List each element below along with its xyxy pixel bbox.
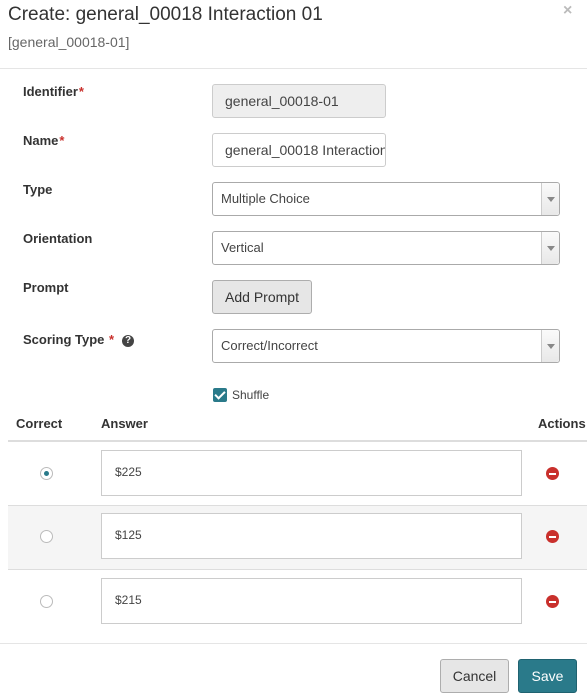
column-header-answer: Answer	[101, 416, 148, 431]
answer-input[interactable]: $125	[101, 513, 522, 559]
chevron-down-icon[interactable]	[541, 232, 559, 264]
type-select-value: Multiple Choice	[221, 191, 310, 206]
type-select[interactable]: Multiple Choice	[212, 182, 560, 216]
table-row: $215	[8, 570, 587, 634]
dialog-header: Create: general_00018 Interaction 01 [ge…	[0, 0, 587, 69]
answer-input[interactable]: $215	[101, 578, 522, 624]
name-input[interactable]: general_00018 Interaction 01	[212, 133, 386, 167]
correct-radio[interactable]	[40, 595, 53, 608]
column-header-correct: Correct	[16, 416, 63, 431]
shuffle-label: Shuffle	[232, 388, 270, 402]
identifier-label: Identifier*	[23, 84, 84, 99]
help-icon[interactable]: ?	[122, 335, 135, 347]
table-row: $225	[8, 442, 587, 506]
column-header-actions: Actions	[538, 416, 586, 431]
required-marker: *	[109, 332, 115, 347]
cancel-button[interactable]: Cancel	[440, 659, 509, 693]
table-row: $125	[8, 506, 587, 570]
chevron-down-icon[interactable]	[541, 330, 559, 362]
scoring-type-label: Scoring Type *?	[23, 332, 135, 347]
dialog-subtitle: [general_00018-01]	[8, 34, 130, 50]
correct-radio[interactable]	[40, 467, 53, 480]
orientation-select-value: Vertical	[221, 240, 264, 255]
name-label: Name*	[23, 133, 65, 148]
scoring-type-select[interactable]: Correct/Incorrect	[212, 329, 560, 363]
save-button[interactable]: Save	[518, 659, 577, 693]
orientation-label: Orientation	[23, 231, 93, 246]
add-prompt-button[interactable]: Add Prompt	[212, 280, 312, 314]
required-marker: *	[78, 84, 84, 99]
footer-divider	[0, 643, 587, 644]
orientation-select[interactable]: Vertical	[212, 231, 560, 265]
remove-icon[interactable]	[546, 467, 559, 480]
correct-radio[interactable]	[40, 530, 53, 543]
remove-icon[interactable]	[546, 595, 559, 608]
required-marker: *	[59, 133, 65, 148]
shuffle-checkbox[interactable]	[213, 388, 227, 402]
chevron-down-icon[interactable]	[541, 183, 559, 215]
close-icon[interactable]: ×	[563, 2, 572, 20]
identifier-field: general_00018-01	[212, 84, 386, 118]
answer-input[interactable]: $225	[101, 450, 522, 496]
remove-icon[interactable]	[546, 530, 559, 543]
type-label: Type	[23, 182, 53, 197]
prompt-label: Prompt	[23, 280, 69, 295]
scoring-type-select-value: Correct/Incorrect	[221, 338, 318, 353]
dialog-title: Create: general_00018 Interaction 01	[8, 4, 323, 25]
